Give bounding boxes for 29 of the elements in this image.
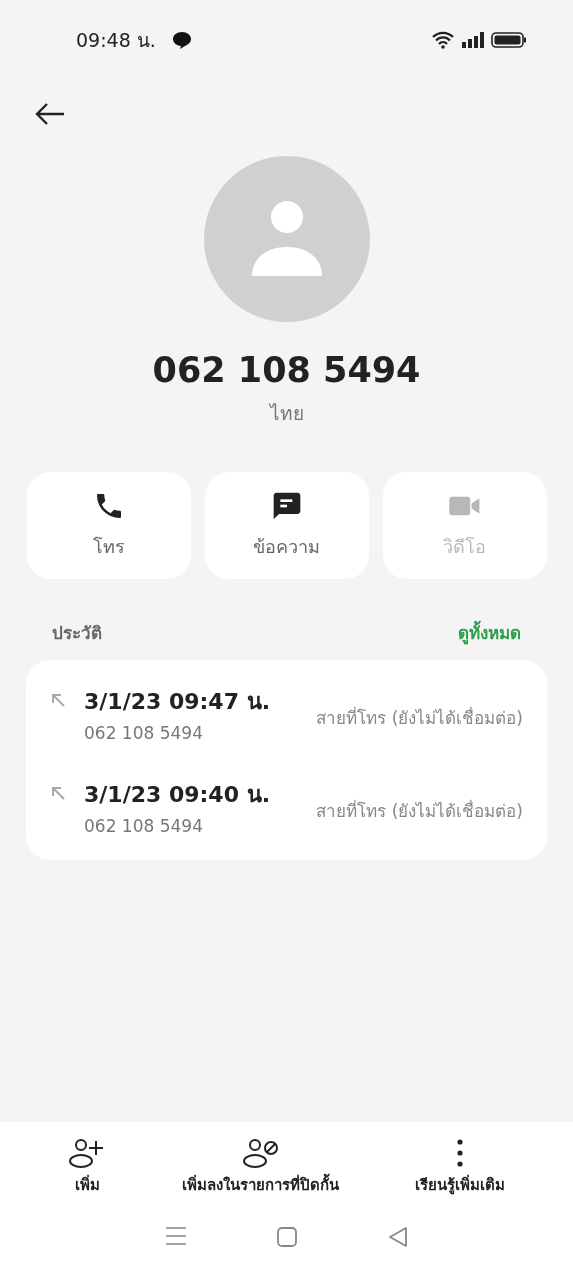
chat-bubble-icon [171, 31, 192, 49]
wifi-icon [431, 31, 455, 49]
action-button[interactable]: โทร [26, 472, 191, 579]
call-time: 3/1/23 09:40 น. [84, 781, 271, 809]
back-icon[interactable] [386, 1226, 409, 1248]
arrow-icon [50, 692, 66, 708]
call-status: สายที่โทร (ยังไม่ได้เชื่อมต่อ) [316, 798, 523, 823]
call-status: สายที่โทร (ยังไม่ได้เชื่อมต่อ) [316, 705, 523, 730]
avatar-icon [203, 156, 370, 322]
more-icon [457, 1139, 463, 1167]
contact-region: ไทย [269, 401, 304, 426]
status-time: 09:48 น. [76, 28, 156, 53]
block-person-icon [241, 1137, 280, 1169]
section-title: ประวัติ [52, 622, 102, 645]
arrow-icon [50, 785, 66, 801]
signal-icon [461, 31, 485, 49]
action-button[interactable]: ข้อความ [204, 472, 369, 579]
contact-number: 062 108 5494 [152, 350, 421, 390]
call-number: 062 108 5494 [84, 723, 204, 743]
home-icon[interactable] [275, 1226, 298, 1248]
view-all-link[interactable]: ดูทั้งหมด [458, 619, 521, 646]
menu-icon[interactable] [164, 1226, 187, 1246]
add-person-icon [68, 1137, 106, 1169]
call-time: 3/1/23 09:47 น. [84, 688, 271, 716]
toolbar-button[interactable]: เพิ่มลงในรายการที่ปิดกั้น [176, 1136, 345, 1198]
toolbar-button[interactable]: เรียนรู้เพิ่มเติม [409, 1136, 511, 1198]
toolbar-button[interactable]: เพิ่ม [62, 1136, 112, 1198]
call-number: 062 108 5494 [84, 816, 204, 836]
battery-icon [491, 31, 527, 49]
